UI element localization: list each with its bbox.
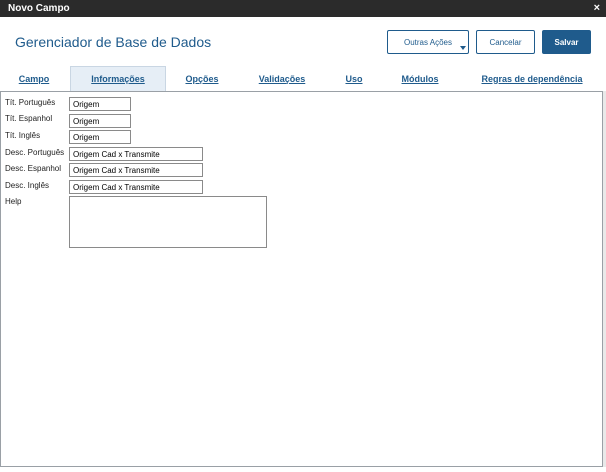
tab-modulos[interactable]: Módulos xyxy=(390,66,450,91)
desc-portugues-input[interactable]: Origem Cad x Transmite xyxy=(69,147,203,161)
desc-espanhol-label: Desc. Espanhol xyxy=(5,164,62,173)
close-icon[interactable]: × xyxy=(594,2,600,14)
outras-acoes-label: Outras Ações xyxy=(403,37,453,47)
help-label: Help xyxy=(5,197,22,206)
window-titlebar: Novo Campo × xyxy=(0,0,606,17)
tab-opcoes[interactable]: Opções xyxy=(176,66,228,91)
titulo-portugues-input[interactable]: Origem xyxy=(69,97,131,111)
cancel-button[interactable]: Cancelar xyxy=(476,30,535,54)
window-title: Novo Campo xyxy=(8,3,70,14)
tab-regras-de-dependencia[interactable]: Regras de dependência xyxy=(470,66,594,91)
caret-down-icon xyxy=(460,46,466,50)
tab-uso[interactable]: Uso xyxy=(336,66,372,91)
titulo-espanhol-input[interactable]: Origem xyxy=(69,114,131,128)
desc-espanhol-input[interactable]: Origem Cad x Transmite xyxy=(69,163,203,177)
tab-informacoes[interactable]: Informações xyxy=(70,66,166,91)
desc-ingles-input[interactable]: Origem Cad x Transmite xyxy=(69,180,203,194)
outras-acoes-button[interactable]: Outras Ações xyxy=(387,30,469,54)
tab-campo[interactable]: Campo xyxy=(10,66,58,91)
titulo-ingles-label: Tít. Inglês xyxy=(5,131,41,140)
help-textarea[interactable] xyxy=(69,196,267,248)
titulo-espanhol-label: Tít. Espanhol xyxy=(5,114,53,123)
tab-validacoes[interactable]: Validações xyxy=(248,66,316,91)
desc-ingles-label: Desc. Inglês xyxy=(5,181,50,190)
page-title: Gerenciador de Base de Dados xyxy=(15,34,212,50)
desc-portugues-label: Desc. Português xyxy=(5,148,65,157)
save-button[interactable]: Salvar xyxy=(542,30,591,54)
titulo-ingles-input[interactable]: Origem xyxy=(69,130,131,144)
tab-bar: Campo Informações Opções Validações Uso … xyxy=(0,66,606,91)
titulo-portugues-label: Tít. Português xyxy=(5,98,56,107)
